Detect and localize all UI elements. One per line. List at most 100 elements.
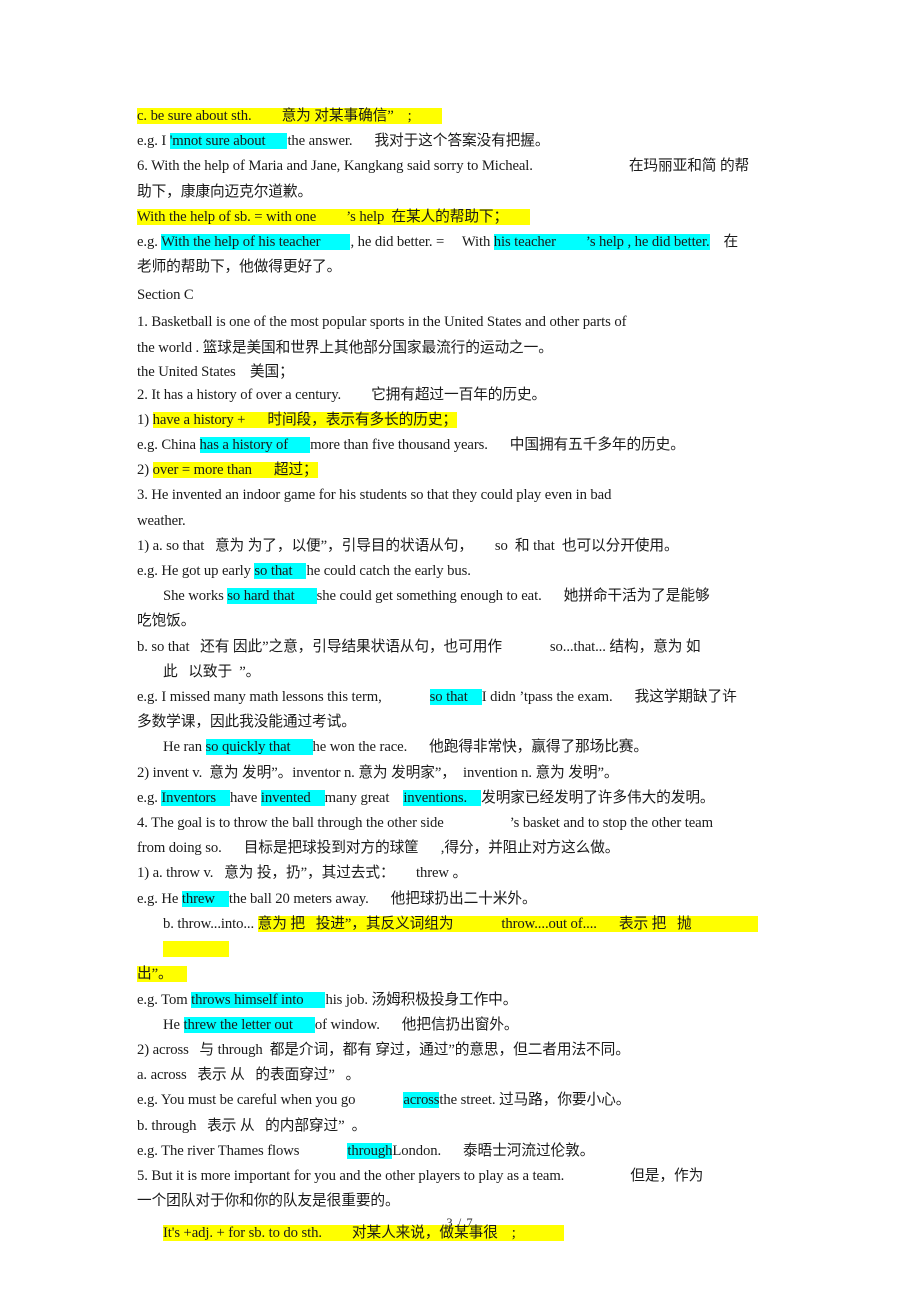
- line-text: 5. But it is more important for you and …: [137, 1167, 565, 1184]
- line-text: e.g. I missed many math lessons this ter…: [137, 689, 382, 706]
- text-line: weather.: [137, 509, 787, 534]
- text-line: e.g. With the help of his teacher , he di…: [137, 230, 787, 255]
- line-text: 在: [723, 234, 739, 251]
- text-line: 4. The goal is to throw the ball through…: [137, 811, 787, 836]
- text-line: She works so hard that she could get some…: [137, 584, 787, 609]
- text-line: 助下，康康向迈克尔道歉。: [137, 180, 787, 205]
- highlight-cyan: so that: [254, 563, 307, 580]
- text-line: the United States 美国；: [137, 361, 787, 385]
- line-text: have: [229, 789, 261, 806]
- line-text: With the help of sb. = with one: [137, 208, 317, 225]
- text-line: 2. It has a history of over a century. 它拥…: [137, 384, 787, 408]
- highlight-cyan: threw the letter out: [183, 1016, 315, 1033]
- line-text: e.g. Tom: [137, 991, 192, 1008]
- line-text: 它拥有超过一百年的历史。: [371, 387, 547, 404]
- highlight-cyan: has a history of: [199, 437, 311, 454]
- line-text: e.g. The river Thames flows: [137, 1142, 300, 1159]
- line-text: 2) across 与 through 都是介词，都有 穿过，通过”的意思，但二…: [137, 1041, 630, 1058]
- line-text: so 和 that 也可以分开使用。: [494, 537, 679, 554]
- line-text: 3. He invented an indoor game for his st…: [137, 487, 612, 504]
- line-text: 2. It has a history of over a century.: [137, 387, 342, 404]
- line-text: London.: [392, 1142, 442, 1159]
- line-text: he could catch the early bus.: [306, 563, 471, 580]
- line-text: 她拼命干活为了是能够: [563, 588, 710, 605]
- line-text: 老师的帮助下，他做得更好了。: [137, 259, 342, 276]
- line-text: 意为 对某事确信”: [281, 108, 394, 124]
- line-text: over = more than: [152, 462, 252, 479]
- line-text: Inventors: [161, 789, 216, 806]
- line-text: 一个团队对于你和你的队友是很重要的。: [137, 1193, 400, 1210]
- line-text: 他把信扔出窗外。: [401, 1016, 519, 1033]
- line-text: 泰晤士河流过伦敦。: [463, 1142, 595, 1159]
- line-text: ’s basket and to stop the other team: [509, 815, 713, 832]
- text-line: 出”。: [137, 962, 787, 987]
- highlight-cyan: With the help of his teacher: [161, 234, 351, 251]
- line-text: He ran: [163, 739, 206, 756]
- text-line: 多数学课，因此我没能通过考试。: [137, 710, 787, 735]
- line-text: e.g. He: [137, 890, 182, 907]
- line-text: so...that... 结构，意为 如: [549, 638, 701, 655]
- text-line: b. so that 还有 因此”之意，引导结果状语从句，也可用作 so...th…: [137, 635, 787, 660]
- line-text: inventions.: [403, 789, 468, 806]
- text-line: a. across 表示 从 的表面穿过” 。: [137, 1063, 787, 1088]
- line-text: 出”。: [137, 966, 173, 983]
- highlight-cyan: his teacher ’s help , he did better.: [493, 234, 710, 251]
- text-line: from doing so. 目标是把球投到对方的球筐 ,得分，并阻止对方这么做。: [137, 836, 787, 861]
- line-text: weather.: [137, 512, 186, 529]
- line-text: 2) invent v. 意为 发明”。inventor n. 意为 发明家”，…: [137, 764, 619, 781]
- text-line: e.g. Tom throws himself into his job. 汤姆积…: [137, 988, 787, 1013]
- line-text: has a history of: [199, 437, 289, 454]
- line-text: his teacher: [493, 234, 556, 251]
- line-text: of window.: [314, 1016, 380, 1033]
- line-text: e.g. You must be careful when you go: [137, 1092, 356, 1109]
- document-page: c. be sure about sth. 意为 对某事确信”; e.g. I '…: [0, 0, 920, 1302]
- highlight-cyan: through: [347, 1142, 392, 1159]
- line-text: he won the race.: [312, 739, 408, 756]
- line-text: e.g.: [137, 789, 162, 806]
- line-text: many great: [324, 789, 390, 806]
- text-line: e.g. He got up early so that he could cat…: [137, 559, 787, 584]
- line-text: 吃饱饭。: [137, 613, 196, 630]
- document-body: c. be sure about sth. 意为 对某事确信”; e.g. I '…: [137, 104, 787, 1247]
- line-text: ’s help 在某人的帮助下；: [346, 208, 509, 225]
- line-text: invented: [260, 789, 311, 806]
- line-text: 1): [137, 411, 153, 428]
- line-text: 6. With the help of Maria and Jane, Kang…: [137, 158, 533, 175]
- text-line: 老师的帮助下，他做得更好了。: [137, 255, 787, 280]
- page-number: 3 / 7: [446, 1216, 474, 1230]
- text-line: e.g. I missed many math lessons this ter…: [137, 685, 787, 710]
- text-line: 此 以致于 ”。: [137, 660, 787, 685]
- text-line: 1. Basketball is one of the most popular…: [137, 310, 787, 335]
- line-text: 中国拥有五千多年的历史。: [509, 437, 685, 454]
- line-text: , he did better. =: [350, 234, 448, 251]
- line-text: 助下，康康向迈克尔道歉。: [137, 183, 313, 200]
- highlight-cyan: so quickly that: [205, 739, 313, 756]
- line-text: e.g. China: [137, 437, 200, 454]
- text-line: 1) have a history + 时间段，表示有多长的历史；: [137, 408, 787, 433]
- line-text: so that: [429, 689, 468, 706]
- line-text: 但是，作为: [630, 1167, 704, 1184]
- highlight-yellow: over = more than 超过；: [152, 462, 318, 479]
- line-text: With the help of his teacher: [161, 234, 321, 251]
- highlight-yellow: c. be sure about sth. 意为 对某事确信”;: [137, 108, 442, 124]
- line-text: 发明家已经发明了许多伟大的发明。: [481, 789, 715, 806]
- line-text: 目标是把球投到对方的球筐: [243, 840, 419, 857]
- highlight-cyan: throws himself into: [191, 991, 326, 1008]
- line-text: throw....out of....: [501, 915, 597, 932]
- highlight-cyan: so hard that: [227, 588, 317, 605]
- line-text: 时间段，表示有多长的历史；: [267, 411, 457, 428]
- line-text: e.g. He got up early: [137, 563, 255, 580]
- text-line: e.g. You must be careful when you go acro…: [137, 1088, 787, 1113]
- highlight-cyan: so that: [429, 689, 482, 706]
- line-text: the world . 篮球是美国和世界上其他部分国家最流行的运动之一。: [137, 339, 553, 356]
- line-text: 超过；: [273, 462, 318, 479]
- highlight-cyan: invented: [260, 789, 325, 806]
- line-text: so quickly that: [205, 739, 291, 756]
- line-text: 在玛丽亚和简 的帮: [628, 158, 750, 175]
- line-text: e.g. I: [137, 133, 170, 150]
- line-text: the street. 过马路，你要小心。: [439, 1092, 631, 1109]
- line-text: so that: [254, 563, 293, 580]
- line-text: 意为 把 投进”，其反义词组为: [257, 915, 454, 932]
- text-line: b. through 表示 从 的内部穿过” 。: [137, 1114, 787, 1139]
- line-text: 我对于这个答案没有把握。: [374, 133, 550, 150]
